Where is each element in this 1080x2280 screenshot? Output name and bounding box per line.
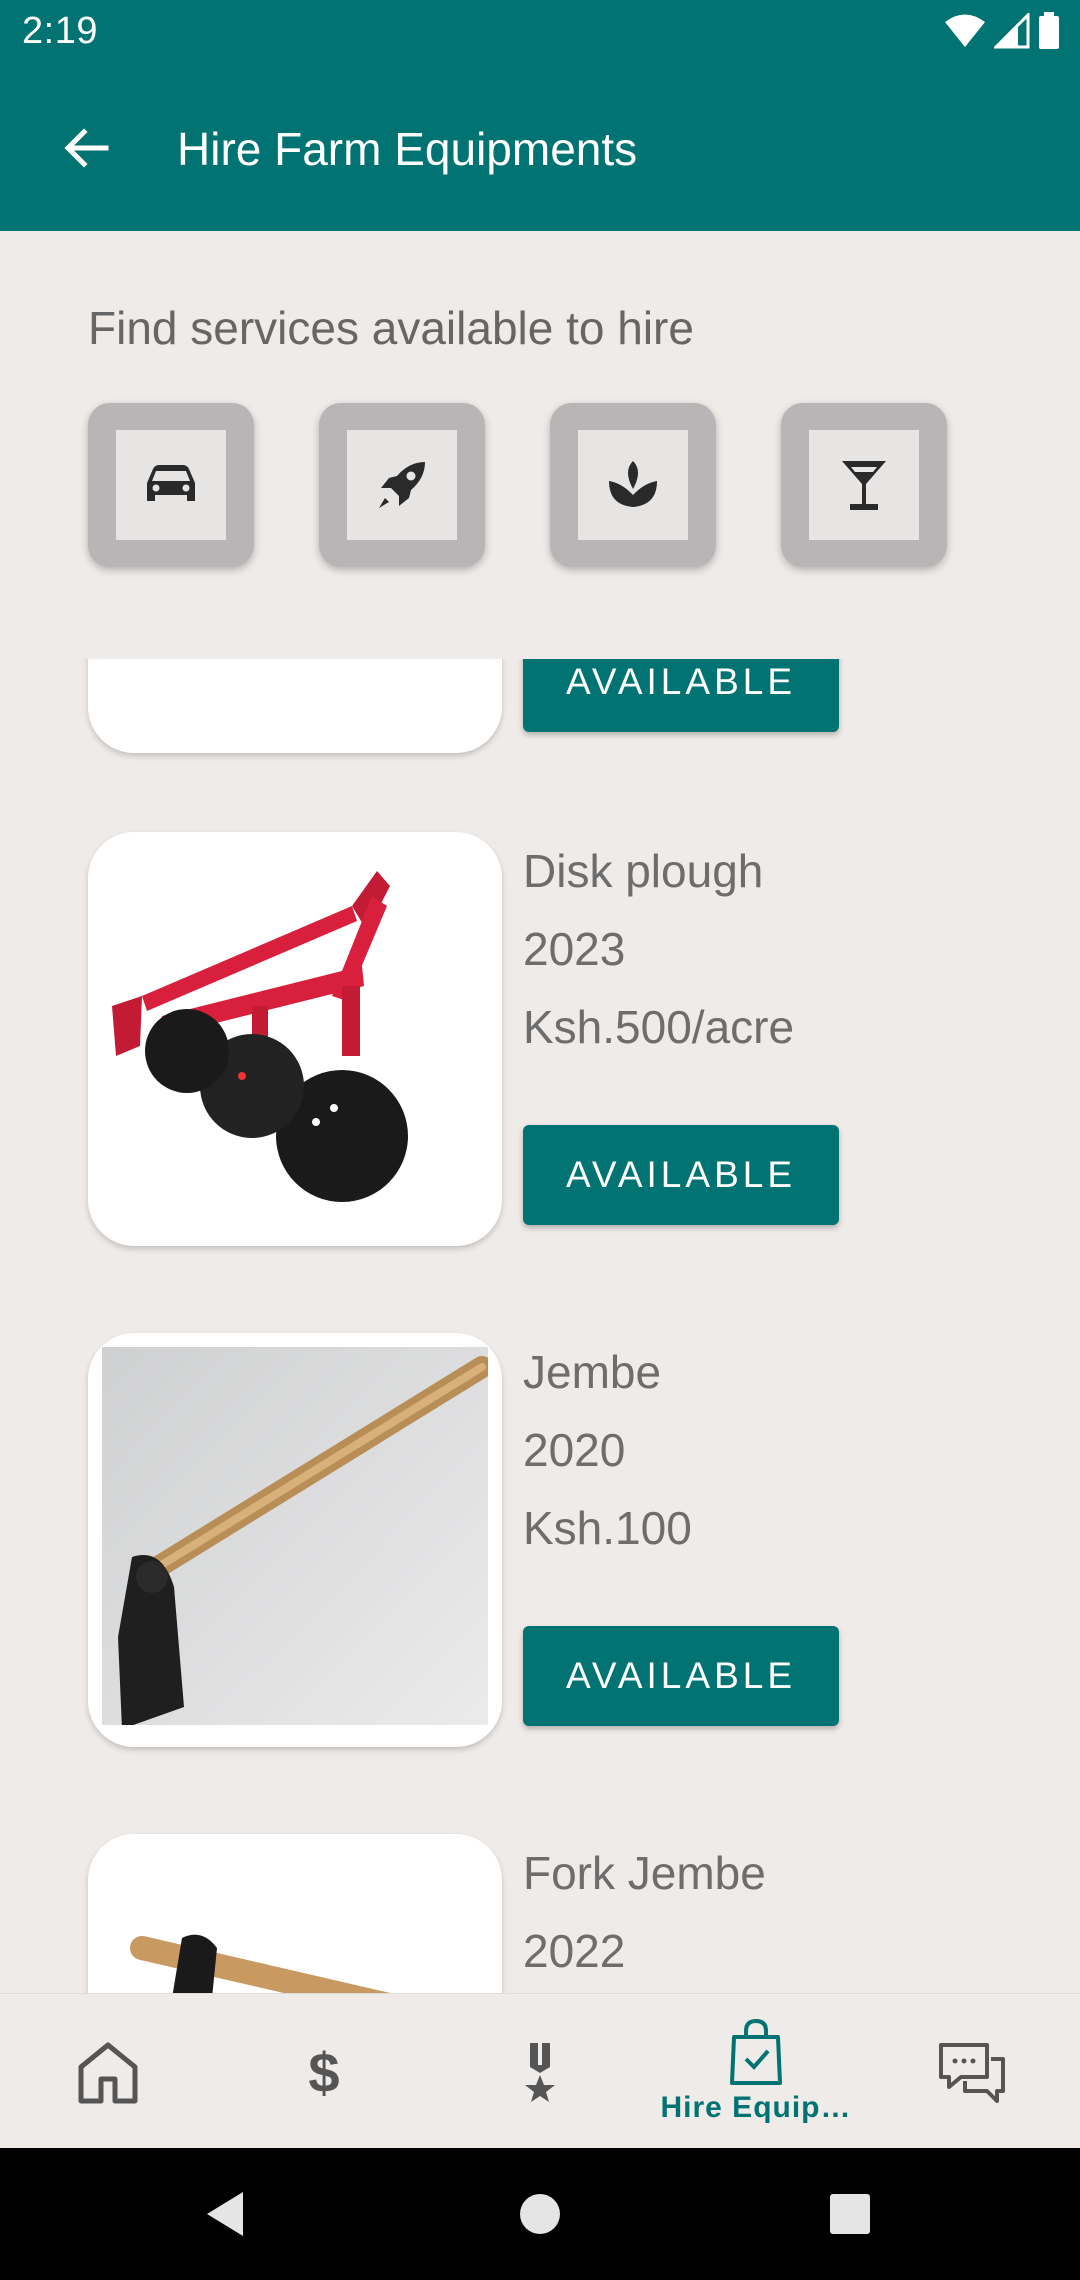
nav-hire-equipment[interactable]: Hire Equip… <box>648 1994 864 2149</box>
equipment-name: Jembe <box>523 1346 662 1398</box>
available-button[interactable]: AVAILABLE <box>523 1626 839 1726</box>
medal-icon <box>525 2042 555 2102</box>
square-recents-icon <box>830 2194 870 2234</box>
equipment-price: Ksh.100 <box>523 1502 692 1554</box>
equipment-image-card <box>88 1333 502 1747</box>
equipment-list: AVAILABLE Disk plough 2023 Ksh.500/acre … <box>0 659 1080 1993</box>
equipment-year: 2020 <box>523 1424 626 1476</box>
shopping-bag-icon <box>730 2018 782 2085</box>
equipment-name: Disk plough <box>523 845 764 897</box>
system-recents-button[interactable] <box>820 2184 880 2244</box>
arrow-back-icon <box>64 128 109 168</box>
plant-icon <box>609 461 657 507</box>
nav-chat[interactable] <box>864 1994 1080 2149</box>
status-time: 2:19 <box>22 10 98 52</box>
cocktail-icon <box>842 461 886 510</box>
main-content: Find services available to hire AVAILABL… <box>0 231 1080 1993</box>
signal-icon <box>994 13 1030 49</box>
equipment-image <box>102 659 488 739</box>
system-home-button[interactable] <box>510 2184 570 2244</box>
app-bar: Hire Farm Equipments <box>0 64 1080 231</box>
equipment-year: 2023 <box>523 923 626 975</box>
jembe-image <box>102 1347 488 1733</box>
section-title: Find services available to hire <box>88 302 694 354</box>
fork-jembe-image <box>102 1848 488 1993</box>
svg-text:$: $ <box>308 2042 339 2102</box>
list-item[interactable]: Disk plough 2023 Ksh.500/acre AVAILABLE <box>0 832 1080 1252</box>
system-navigation-bar <box>0 2148 1080 2280</box>
equipment-image-card <box>88 1834 502 1993</box>
list-item[interactable]: Jembe 2020 Ksh.100 AVAILABLE <box>0 1333 1080 1753</box>
nav-rewards[interactable] <box>432 1994 648 2149</box>
available-button[interactable]: AVAILABLE <box>523 1125 839 1225</box>
equipment-name: Fork Jembe <box>523 1847 766 1899</box>
list-item[interactable]: AVAILABLE <box>0 659 1080 759</box>
equipment-info: Disk plough 2023 Ksh.500/acre <box>523 832 794 1066</box>
equipment-price: Ksh.500/acre <box>523 1001 795 1053</box>
nav-home[interactable] <box>0 1994 216 2149</box>
bottom-navigation: $ Hire Equip… <box>0 1993 1080 2148</box>
system-back-button[interactable] <box>195 2184 255 2244</box>
equipment-image-card <box>88 659 502 753</box>
rocket-icon <box>379 462 425 508</box>
category-cocktail-button[interactable] <box>781 403 947 567</box>
dollar-icon: $ <box>308 2042 339 2102</box>
chat-icon <box>939 2042 1005 2103</box>
category-car-button[interactable] <box>88 403 254 567</box>
disk-plough-image <box>102 846 488 1232</box>
equipment-info: Jembe 2020 Ksh.100 <box>523 1333 692 1567</box>
status-bar: 2:19 <box>0 0 1080 64</box>
category-rocket-button[interactable] <box>319 403 485 567</box>
back-button[interactable] <box>54 116 118 180</box>
car-icon <box>147 465 195 501</box>
nav-label-hire-equipment: Hire Equip… <box>660 2090 852 2124</box>
equipment-year: 2022 <box>523 1925 626 1977</box>
status-icons <box>944 12 1060 50</box>
battery-icon <box>1039 12 1059 49</box>
equipment-image-card <box>88 832 502 1246</box>
equipment-info: Fork Jembe 2022 <box>523 1834 766 1990</box>
category-plant-button[interactable] <box>550 403 716 567</box>
wifi-icon <box>945 14 985 47</box>
page-title: Hire Farm Equipments <box>177 123 638 175</box>
list-item[interactable]: Fork Jembe 2022 <box>0 1834 1080 1993</box>
circle-home-icon <box>520 2194 560 2234</box>
triangle-back-icon <box>207 2192 243 2236</box>
home-icon <box>78 2042 138 2103</box>
nav-payments[interactable]: $ <box>216 1994 432 2149</box>
available-button[interactable]: AVAILABLE <box>523 659 839 732</box>
